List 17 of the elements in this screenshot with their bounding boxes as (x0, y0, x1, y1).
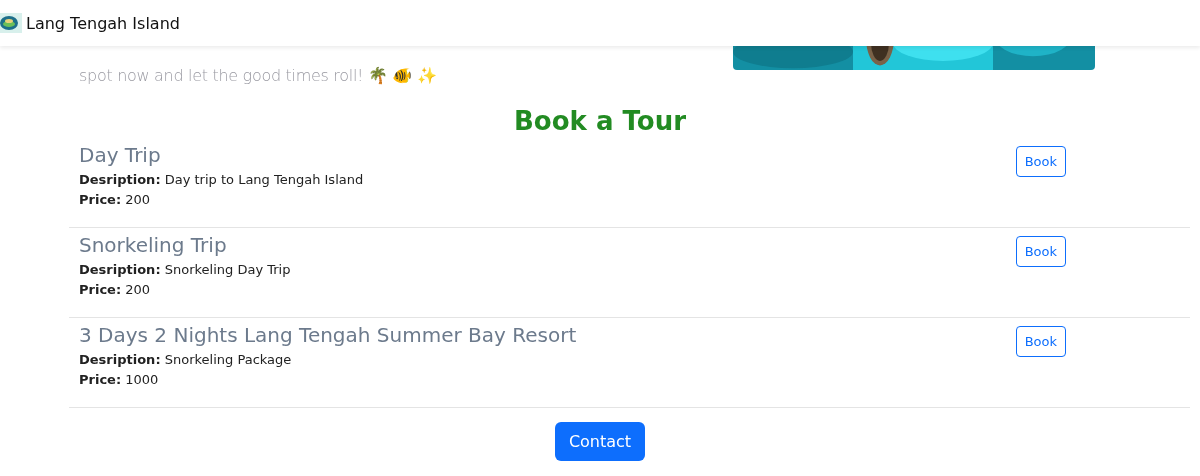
tour-price: Price: 200 (79, 281, 152, 299)
tour-title: 3 Days 2 Nights Lang Tengah Summer Bay Resort (79, 322, 577, 349)
tour-price: Price: 1000 (79, 371, 160, 389)
tour-description: Desription: Snorkeling Day Trip (79, 261, 291, 279)
intro-text: spot now and let the good times roll! 🌴 🐠 ✨ (79, 65, 438, 87)
brand-name[interactable]: Lang Tengah Island (26, 13, 180, 33)
tour-price: Price: 200 (79, 191, 152, 209)
book-button[interactable]: Book (1015, 326, 1066, 357)
tour-title: Day Trip (79, 142, 162, 169)
contact-button[interactable]: Contact (554, 422, 646, 461)
book-button[interactable]: Book (1015, 146, 1066, 177)
island-logo-icon[interactable] (0, 13, 22, 33)
section-heading: Book a Tour (513, 105, 687, 138)
book-button[interactable]: Book (1015, 236, 1066, 267)
tour-description: Desription: Snorkeling Package (79, 351, 293, 369)
tour-description: Desription: Day trip to Lang Tengah Island (79, 171, 364, 189)
tour-title: Snorkeling Trip (79, 232, 228, 259)
